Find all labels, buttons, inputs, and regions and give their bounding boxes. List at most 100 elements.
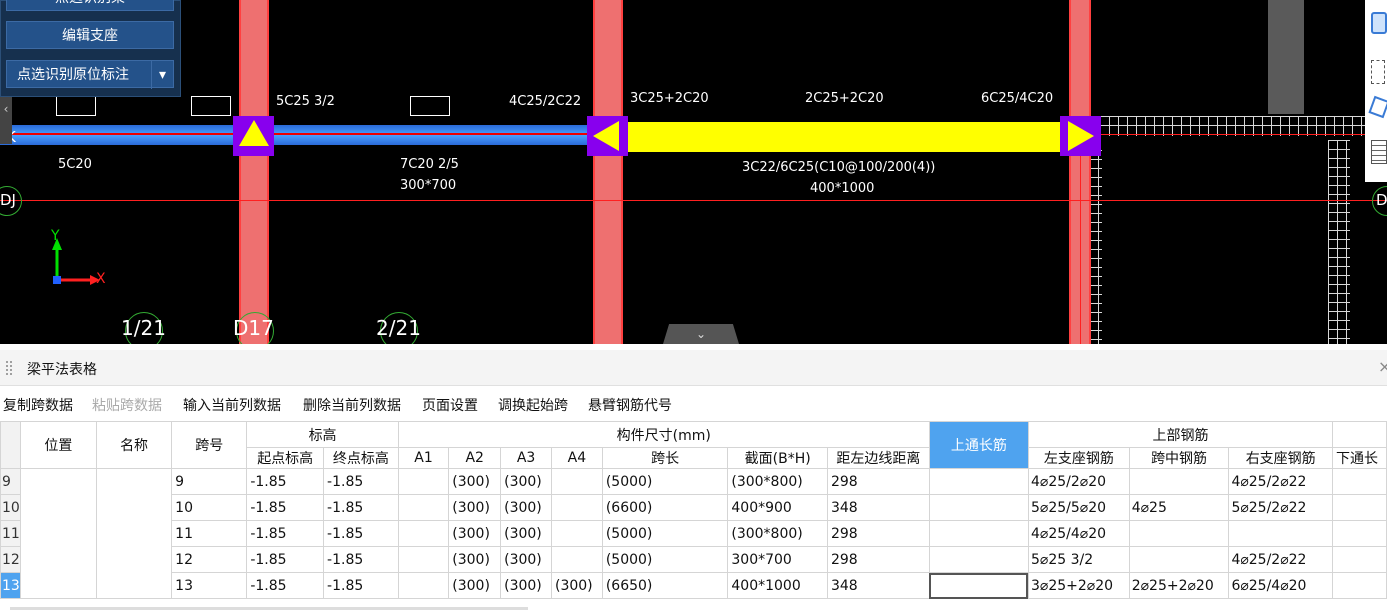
cell-span-no[interactable]: 11 — [171, 520, 248, 547]
cell-top-through[interactable] — [928, 494, 1029, 521]
cell-span-no[interactable]: 10 — [171, 494, 248, 521]
cell-mid-span[interactable]: 4⌀25 — [1128, 494, 1230, 521]
cell-mid-span[interactable] — [1128, 546, 1230, 573]
table-row[interactable]: 11 11 -1.85 -1.85 (300) (300) (5000) (300*800) 2… — [0, 520, 1387, 547]
cantilever-code-button[interactable]: 悬臂钢筋代号 — [588, 395, 672, 415]
cell-bottom-through[interactable] — [1331, 546, 1387, 573]
cell-end-elev[interactable]: -1.85 — [323, 468, 399, 495]
cell-span-no[interactable]: 9 — [171, 468, 248, 495]
cell-a2[interactable]: (300) — [448, 546, 502, 573]
cell-section[interactable]: 400*900 — [727, 494, 828, 521]
beam-span-blue[interactable] — [0, 125, 600, 145]
cell-a3[interactable]: (300) — [500, 520, 552, 547]
cell-span-length[interactable]: (6650) — [601, 572, 729, 599]
row-number[interactable]: 11 — [0, 520, 21, 547]
cell-dist-left[interactable]: 298 — [826, 546, 930, 573]
cell-a4[interactable] — [550, 468, 603, 495]
paste-span-data-button[interactable]: 粘贴跨数据 — [92, 395, 162, 415]
cell-a3[interactable]: (300) — [500, 572, 552, 599]
recognize-inplace-annotation-button[interactable]: 点选识别原位标注 ▾ — [6, 60, 174, 89]
beam-span-selected[interactable] — [604, 122, 1088, 152]
cell-section[interactable]: 300*700 — [727, 546, 828, 573]
table-row[interactable]: 12 12 -1.85 -1.85 (300) (300) (5000) 300*700 298… — [0, 546, 1387, 573]
cell-start-elev[interactable]: -1.85 — [246, 572, 325, 599]
cell-span-no[interactable]: 12 — [171, 546, 248, 573]
delete-column-data-button[interactable]: 删除当前列数据 — [303, 395, 401, 415]
table-row[interactable]: 10 10 -1.85 -1.85 (300) (300) (6600) 400*900 348… — [0, 494, 1387, 521]
cell-right-support[interactable]: 4⌀25/2⌀22 — [1228, 468, 1333, 495]
panel-titlebar[interactable]: 梁平法表格 × — [0, 350, 1387, 386]
row-number[interactable]: 10 — [0, 494, 21, 521]
cell-start-elev[interactable]: -1.85 — [246, 546, 325, 573]
cell-dist-left[interactable]: 348 — [826, 572, 930, 599]
cell-top-through[interactable] — [928, 572, 1029, 599]
cell-a1[interactable] — [397, 572, 450, 599]
cell-section[interactable]: (300*800) — [727, 520, 828, 547]
cell-top-through[interactable] — [928, 520, 1029, 547]
cell-span-length[interactable]: (5000) — [601, 468, 729, 495]
cell-start-elev[interactable]: -1.85 — [246, 494, 325, 521]
collapse-panel-tab[interactable]: ⌄ — [663, 324, 739, 344]
dashed-box-icon[interactable] — [1371, 60, 1385, 84]
cell-a4[interactable] — [550, 494, 603, 521]
row-number[interactable]: 9 — [0, 468, 21, 495]
swap-start-span-button[interactable]: 调换起始跨 — [498, 395, 568, 415]
row-number[interactable]: 13 — [0, 572, 21, 599]
cell-start-elev[interactable]: -1.85 — [246, 468, 325, 495]
cell-a1[interactable] — [397, 546, 450, 573]
cell-a3[interactable]: (300) — [500, 546, 552, 573]
copy-span-data-button[interactable]: 复制跨数据 — [3, 395, 73, 415]
cell-span-length[interactable]: (5000) — [601, 546, 729, 573]
cell-a2[interactable]: (300) — [448, 520, 502, 547]
cad-drawing-canvas[interactable]: 5C25 3/2 4C25/2C22 3C25+2C20 2C25+2C20 6… — [0, 0, 1387, 344]
cell-dist-left[interactable]: 348 — [826, 494, 930, 521]
cell-left-support[interactable]: 4⌀25/2⌀20 — [1027, 468, 1130, 495]
cell-section[interactable]: 400*1000 — [727, 572, 828, 599]
col-top-through[interactable]: 上通长筋 — [928, 421, 1029, 469]
cell-a4[interactable] — [550, 520, 603, 547]
cell-top-through[interactable] — [928, 468, 1029, 495]
list-icon[interactable] — [1371, 140, 1387, 164]
cell-dist-left[interactable]: 298 — [826, 468, 930, 495]
edit-support-button[interactable]: 编辑支座 — [6, 21, 174, 49]
cell-dist-left[interactable]: 298 — [826, 520, 930, 547]
row-number[interactable]: 12 — [0, 546, 21, 573]
cell-a1[interactable] — [397, 468, 450, 495]
cell-span-length[interactable]: (6600) — [601, 494, 729, 521]
cell-right-support[interactable]: 5⌀25/2⌀22 — [1228, 494, 1333, 521]
cell-right-support[interactable] — [1228, 520, 1333, 547]
cell-name[interactable] — [95, 468, 173, 599]
cell-bottom-through[interactable] — [1331, 494, 1387, 521]
cell-end-elev[interactable]: -1.85 — [323, 572, 399, 599]
cell-mid-span[interactable] — [1128, 520, 1230, 547]
cell-a4[interactable]: (300) — [550, 572, 603, 599]
view-cube-icon[interactable] — [1371, 12, 1387, 34]
cell-a3[interactable]: (300) — [500, 468, 552, 495]
table-row[interactable]: 13 13 -1.85 -1.85 (300) (300) (300) (6650) 400*1… — [0, 572, 1387, 599]
table-row[interactable]: 9 9 -1.85 -1.85 (300) (300) (5000) (300*800) 298… — [0, 468, 1387, 599]
cell-left-support[interactable]: 5⌀25/5⌀20 — [1027, 494, 1130, 521]
cell-a2[interactable]: (300) — [448, 494, 502, 521]
cell-left-support[interactable]: 5⌀25 3/2 — [1027, 546, 1130, 573]
cell-top-through[interactable] — [928, 546, 1029, 573]
cell-a2[interactable]: (300) — [448, 468, 502, 495]
cell-start-elev[interactable]: -1.85 — [246, 520, 325, 547]
cell-mid-span[interactable] — [1128, 468, 1230, 495]
cell-span-no[interactable]: 13 — [171, 572, 248, 599]
cell-end-elev[interactable]: -1.85 — [323, 520, 399, 547]
cell-mid-span[interactable]: 2⌀25+2⌀20 — [1128, 572, 1230, 599]
cell-section[interactable]: (300*800) — [727, 468, 828, 495]
close-icon[interactable]: × — [1378, 357, 1387, 376]
cell-bottom-through[interactable] — [1331, 572, 1387, 599]
cell-left-support[interactable]: 3⌀25+2⌀20 — [1027, 572, 1130, 599]
cell-left-support[interactable]: 4⌀25/4⌀20 — [1027, 520, 1130, 547]
input-column-data-button[interactable]: 输入当前列数据 — [183, 395, 281, 415]
cell-right-support[interactable]: 4⌀25/2⌀22 — [1228, 546, 1333, 573]
dropdown-arrow-icon[interactable]: ▾ — [151, 61, 173, 89]
cell-a2[interactable]: (300) — [448, 572, 502, 599]
cube-icon[interactable] — [1368, 95, 1387, 119]
cell-right-support[interactable]: 6⌀25/4⌀20 — [1228, 572, 1333, 599]
cell-a1[interactable] — [397, 520, 450, 547]
cell-a3[interactable]: (300) — [500, 494, 552, 521]
cell-span-length[interactable]: (5000) — [601, 520, 729, 547]
